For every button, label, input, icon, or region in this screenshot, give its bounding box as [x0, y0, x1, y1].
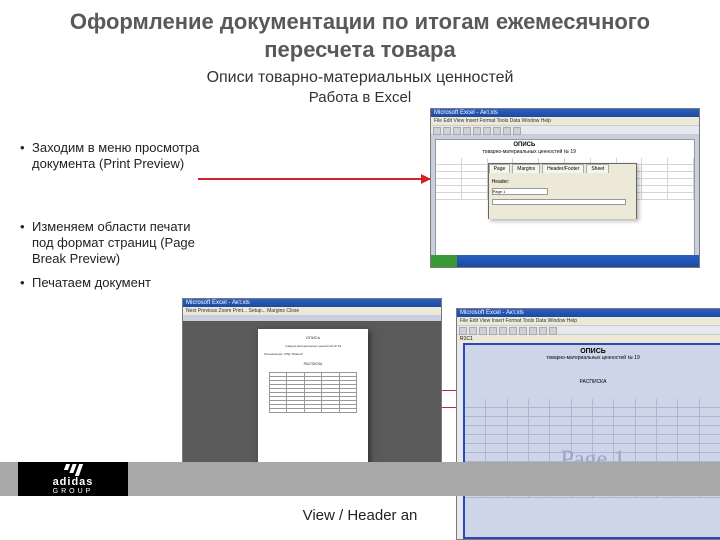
screenshot-print-preview: Microsoft Excel - Акт.xls Next Previous … — [182, 298, 442, 488]
dialog-tab: Header/Footer — [542, 164, 584, 173]
bottom-caption: View / Header an — [0, 507, 720, 524]
dialog-tab: Page — [489, 164, 511, 173]
page-doc-sub: товарно-материальных ценностей № 19 — [264, 344, 362, 348]
windows-taskbar — [431, 255, 699, 267]
window-titlebar: Microsoft Excel - Акт.xls — [183, 299, 441, 307]
window-titlebar: Microsoft Excel - Акт.xls — [431, 109, 699, 117]
dialog-tab: Margins — [512, 164, 540, 173]
page-setup-dialog: Page Margins Header/Footer Sheet Header: — [488, 163, 638, 219]
page-org: Организация: СПД "Иванов" — [264, 352, 362, 356]
worksheet-area: ОПИСЬ товарно-материальных ценностей № 1… — [435, 139, 695, 257]
doc-subheader: товарно-материальных ценностей № 19 — [482, 149, 576, 155]
bullet-item-3: Печатаем документ — [20, 275, 200, 291]
pb-doc-title: ОПИСЬ — [465, 345, 720, 355]
screenshot-page-break-preview: Microsoft Excel - Акт.xls File Edit View… — [456, 308, 720, 540]
adidas-stripes-icon — [65, 464, 81, 476]
window-menubar: File Edit View Insert Format Tools Data … — [431, 117, 699, 125]
preview-page: ОПИСЬ товарно-материальных ценностей № 1… — [258, 329, 368, 471]
pb-doc-sub: товарно-материальных ценностей № 19 — [465, 355, 720, 361]
dialog-header-input — [492, 188, 549, 195]
dialog-tab: Sheet — [586, 164, 609, 173]
screenshot-excel-page-setup: Microsoft Excel - Акт.xls File Edit View… — [430, 108, 700, 268]
window-menubar: File Edit View Insert Format Tools Data … — [457, 317, 720, 325]
logo-sub: GROUP — [53, 488, 94, 495]
pb-section: РАСПИСКА — [465, 379, 720, 385]
dialog-field-label: Header: — [492, 179, 634, 185]
logo-brand: adidas — [53, 477, 94, 488]
bullet-item-1: Заходим в меню просмотра документа (Prin… — [20, 140, 200, 173]
page-table — [269, 372, 357, 413]
formula-bar: R1C1 — [457, 335, 720, 343]
window-titlebar: Microsoft Excel - Акт.xls — [457, 309, 720, 317]
window-toolbar — [431, 125, 699, 135]
dialog-tabs: Page Margins Header/Footer Sheet — [489, 164, 637, 173]
doc-header: ОПИСЬ — [513, 142, 535, 148]
page-doc-title: ОПИСЬ — [264, 335, 362, 340]
adidas-logo: adidas GROUP — [18, 462, 128, 496]
bullet-item-2: Изменяем области печати под формат стран… — [20, 219, 200, 268]
slide-subtitle-2: Работа в Excel — [0, 89, 720, 106]
slide-subtitle-1: Описи товарно-материальных ценностей — [0, 69, 720, 87]
page-section: РАСПИСКА — [264, 362, 362, 366]
slide-title: Оформление документации по итогам ежемес… — [0, 0, 720, 63]
bullet-list: Заходим в меню просмотра документа (Prin… — [20, 140, 200, 292]
preview-toolbar: Next Previous Zoom Print... Setup... Mar… — [183, 307, 441, 315]
window-toolbar — [457, 325, 720, 335]
start-button — [431, 255, 457, 267]
cell-reference: R1C1 — [460, 336, 473, 342]
arrow-to-screenshot-1 — [198, 178, 430, 180]
